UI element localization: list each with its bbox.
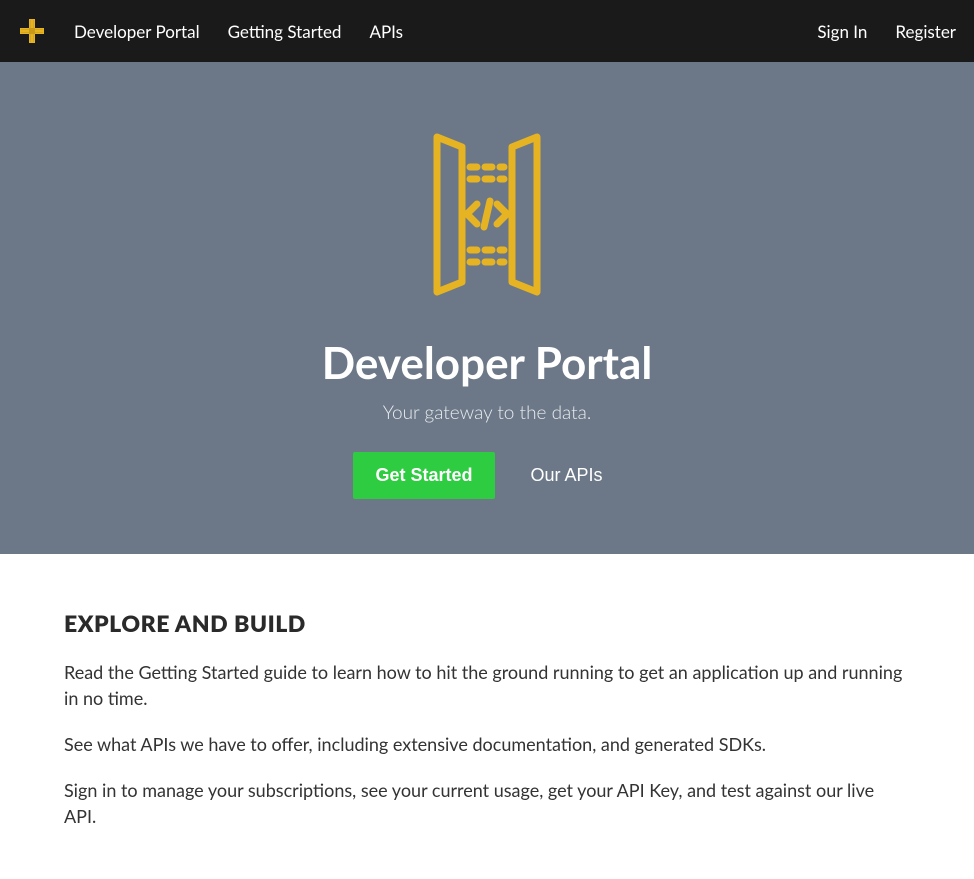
- content-paragraph-2: See what APIs we have to offer, includin…: [64, 731, 910, 757]
- hero-subtitle: Your gateway to the data.: [0, 401, 974, 424]
- logo-icon[interactable]: [18, 17, 46, 45]
- nav-left: Developer Portal Getting Started APIs: [18, 17, 403, 45]
- get-started-button[interactable]: Get Started: [353, 452, 494, 499]
- nav-brand-link[interactable]: Developer Portal: [74, 21, 200, 42]
- nav-link-signin[interactable]: Sign In: [817, 21, 867, 42]
- navbar: Developer Portal Getting Started APIs Si…: [0, 0, 974, 62]
- content-heading: EXPLORE AND BUILD: [64, 609, 910, 637]
- nav-link-register[interactable]: Register: [895, 21, 956, 42]
- hero-title: Developer Portal: [0, 337, 974, 389]
- hero-buttons: Get Started Our APIs: [0, 452, 974, 499]
- content-paragraph-1: Read the Getting Started guide to learn …: [64, 659, 910, 711]
- nav-link-getting-started[interactable]: Getting Started: [228, 21, 342, 42]
- content-section: EXPLORE AND BUILD Read the Getting Start…: [0, 554, 974, 879]
- hero-section: Developer Portal Your gateway to the dat…: [0, 62, 974, 554]
- nav-link-apis[interactable]: APIs: [369, 21, 403, 42]
- our-apis-button[interactable]: Our APIs: [513, 452, 621, 499]
- api-gateway-icon: [382, 117, 592, 312]
- nav-right: Sign In Register: [817, 21, 956, 42]
- content-paragraph-3: Sign in to manage your subscriptions, se…: [64, 777, 910, 829]
